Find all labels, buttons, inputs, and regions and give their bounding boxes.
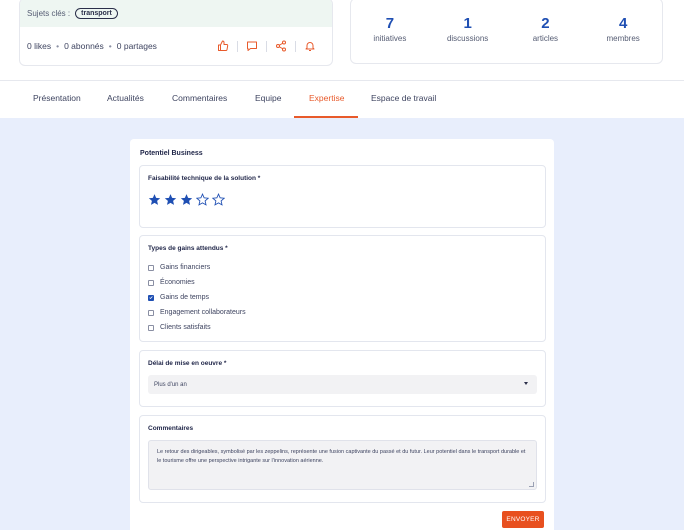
- option-gains-de-temps[interactable]: Gains de temps: [148, 290, 246, 305]
- submit-button[interactable]: ENVOYER: [502, 511, 544, 528]
- kpi-value: 7: [385, 15, 395, 32]
- option-label: Gains financiers: [160, 264, 211, 271]
- shares-count: 0 partages: [116, 41, 157, 51]
- checkbox[interactable]: [148, 309, 154, 316]
- initiative-summary-card: Sujets clés : transport 0 likes • 0 abon…: [19, 0, 333, 66]
- kpi-card: 7 initiatives 1 discussions 2 articles 4…: [350, 0, 663, 64]
- star-rating: [148, 193, 225, 206]
- kpi-value: 4: [618, 15, 628, 32]
- gains-label: Types de gains attendus *: [148, 245, 228, 252]
- option-label: Clients satisfaits: [160, 324, 211, 331]
- kpi-initiatives[interactable]: 7 initiatives: [351, 0, 429, 63]
- star-filled-icon[interactable]: [180, 193, 193, 206]
- chevron-down-icon: [524, 382, 528, 385]
- expertise-form: Potentiel Business Faisabilité technique…: [130, 139, 554, 530]
- option-label: Économies: [160, 279, 195, 286]
- separator: •: [108, 41, 112, 51]
- divider: [295, 40, 296, 52]
- comments-label: Commentaires: [148, 425, 194, 432]
- checkbox[interactable]: [148, 324, 154, 331]
- action-bar: [215, 39, 318, 53]
- option-economies[interactable]: Économies: [148, 275, 246, 290]
- kpi-label: articles: [532, 34, 559, 43]
- kpi-discussions[interactable]: 1 discussions: [429, 0, 507, 63]
- option-clients-satisfaits[interactable]: Clients satisfaits: [148, 320, 246, 335]
- star-filled-icon[interactable]: [164, 193, 177, 206]
- delay-select[interactable]: Plus d'un an: [148, 375, 537, 394]
- resize-handle-icon[interactable]: [529, 482, 534, 487]
- star-empty-icon[interactable]: [196, 193, 209, 206]
- option-label: Gains de temps: [160, 294, 210, 301]
- kpi-label: membres: [606, 34, 640, 43]
- delay-section: Délai de mise en oeuvre * Plus d'un an: [139, 350, 546, 407]
- comment-icon[interactable]: [244, 39, 260, 53]
- thumbs-up-icon[interactable]: [215, 39, 231, 53]
- tab-actualites[interactable]: Actualités: [107, 93, 144, 103]
- form-title: Potentiel Business: [140, 150, 203, 157]
- subscribers-count: 0 abonnés: [64, 41, 104, 51]
- engagement-stats: 0 likes • 0 abonnés • 0 partages: [20, 27, 332, 65]
- kpi-label: initiatives: [373, 34, 407, 43]
- divider: [237, 40, 238, 52]
- kpi-value: 1: [463, 15, 472, 32]
- likes-count: 0 likes: [27, 41, 52, 51]
- check-icon: [149, 296, 153, 300]
- bell-icon[interactable]: [302, 39, 318, 53]
- delay-selected-value: Plus d'un an: [154, 381, 187, 388]
- comments-section: Commentaires Le retour des dirigeables, …: [139, 415, 546, 503]
- share-icon[interactable]: [273, 39, 289, 53]
- option-engagement-collaborateurs[interactable]: Engagement collaborateurs: [148, 305, 246, 320]
- topics-row: Sujets clés : transport: [20, 0, 332, 27]
- checkbox[interactable]: [148, 264, 154, 271]
- kpi-articles[interactable]: 2 articles: [507, 0, 585, 63]
- star-filled-icon[interactable]: [148, 193, 161, 206]
- tab-commentaires[interactable]: Commentaires: [172, 93, 227, 103]
- feasibility-section: Faisabilité technique de la solution *: [139, 165, 546, 228]
- checkbox[interactable]: [148, 279, 154, 286]
- separator: •: [56, 41, 60, 51]
- tab-bar: Présentation Actualités Commentaires Equ…: [0, 80, 684, 118]
- topics-label: Sujets clés :: [27, 8, 71, 18]
- option-gains-financiers[interactable]: Gains financiers: [148, 260, 246, 275]
- tab-espace-de-travail[interactable]: Espace de travail: [371, 93, 436, 103]
- kpi-value: 2: [541, 15, 550, 32]
- tab-expertise[interactable]: Expertise: [309, 93, 344, 103]
- topic-chip[interactable]: transport: [75, 7, 118, 19]
- option-label: Engagement collaborateurs: [160, 309, 246, 316]
- tab-presentation[interactable]: Présentation: [33, 93, 81, 103]
- star-empty-icon[interactable]: [212, 193, 225, 206]
- kpi-label: discussions: [446, 34, 489, 43]
- tab-equipe[interactable]: Equipe: [255, 93, 281, 103]
- comments-text: Le retour des dirigeables, symbolisé par…: [157, 449, 526, 464]
- comments-textarea[interactable]: Le retour des dirigeables, symbolisé par…: [148, 440, 537, 490]
- checkbox[interactable]: [148, 294, 154, 301]
- delay-label: Délai de mise en oeuvre *: [148, 360, 227, 367]
- divider: [266, 40, 267, 52]
- feasibility-label: Faisabilité technique de la solution *: [148, 175, 261, 182]
- gains-options: Gains financiers Économies Gains de temp…: [148, 260, 246, 335]
- kpi-membres[interactable]: 4 membres: [584, 0, 662, 63]
- gains-section: Types de gains attendus * Gains financie…: [139, 235, 546, 342]
